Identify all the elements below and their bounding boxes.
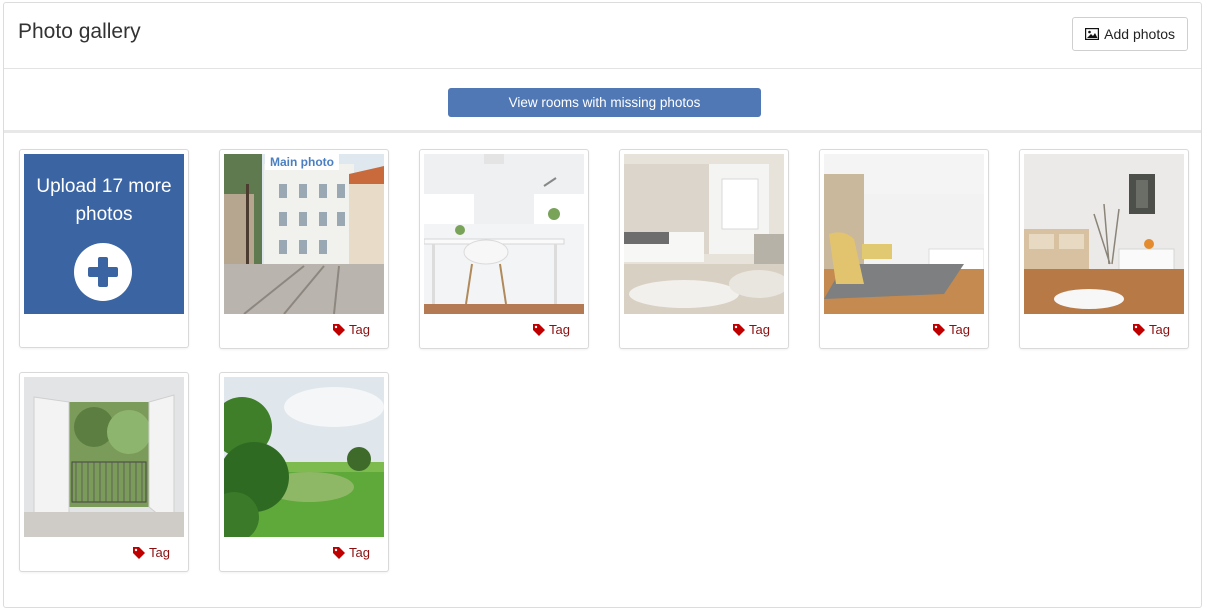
tag-icon: [733, 323, 746, 336]
gallery-toolbar: View rooms with missing photos: [4, 69, 1201, 133]
photo-thumbnail-street[interactable]: [224, 154, 384, 314]
photo-card[interactable]: Tag: [419, 149, 589, 349]
panel-header: Photo gallery Add photos: [4, 3, 1201, 69]
tag-link[interactable]: Tag: [333, 545, 370, 560]
upload-more-label: Upload 17 more photos: [36, 176, 172, 225]
image-icon: [1085, 28, 1100, 40]
tag-label: Tag: [749, 322, 770, 337]
photo-thumbnail-living-room[interactable]: [1024, 154, 1184, 314]
tag-label: Tag: [549, 322, 570, 337]
photo-card[interactable]: Tag: [19, 372, 189, 572]
upload-more-tile[interactable]: Upload 17 more photos: [24, 154, 184, 314]
photo-card[interactable]: Tag: [819, 149, 989, 349]
tag-link[interactable]: Tag: [933, 322, 970, 337]
photo-thumbnail-desk-room[interactable]: [424, 154, 584, 314]
tag-icon: [133, 546, 146, 559]
tag-icon: [333, 323, 346, 336]
tag-label: Tag: [949, 322, 970, 337]
tag-icon: [333, 546, 346, 559]
add-photos-button[interactable]: Add photos: [1072, 17, 1188, 51]
tag-icon: [533, 323, 546, 336]
tag-label: Tag: [1149, 322, 1170, 337]
photo-card[interactable]: Tag: [219, 372, 389, 572]
page-title: Photo gallery: [18, 20, 141, 43]
photo-card[interactable]: Tag: [1019, 149, 1189, 349]
view-missing-photos-button[interactable]: View rooms with missing photos: [448, 88, 761, 117]
plus-icon: [74, 243, 132, 301]
tag-icon: [1133, 323, 1146, 336]
tag-label: Tag: [149, 545, 170, 560]
tag-label: Tag: [349, 545, 370, 560]
photo-thumbnail-bedroom[interactable]: [624, 154, 784, 314]
photo-thumbnail-landscape[interactable]: [224, 377, 384, 537]
add-photos-label: Add photos: [1104, 26, 1175, 42]
tag-link[interactable]: Tag: [133, 545, 170, 560]
tag-link[interactable]: Tag: [1133, 322, 1170, 337]
tag-link[interactable]: Tag: [333, 322, 370, 337]
photo-thumbnail-window-view[interactable]: [24, 377, 184, 537]
photo-thumbnail-studio-room[interactable]: [824, 154, 984, 314]
photo-gallery-panel: Photo gallery Add photos View rooms with…: [3, 2, 1202, 608]
tag-label: Tag: [349, 322, 370, 337]
tag-icon: [933, 323, 946, 336]
photo-card[interactable]: Tag: [619, 149, 789, 349]
tag-link[interactable]: Tag: [733, 322, 770, 337]
photo-card[interactable]: Main photo Tag: [219, 149, 389, 349]
main-photo-badge: Main photo: [265, 154, 339, 170]
upload-card[interactable]: Upload 17 more photos: [19, 149, 189, 348]
tag-link[interactable]: Tag: [533, 322, 570, 337]
